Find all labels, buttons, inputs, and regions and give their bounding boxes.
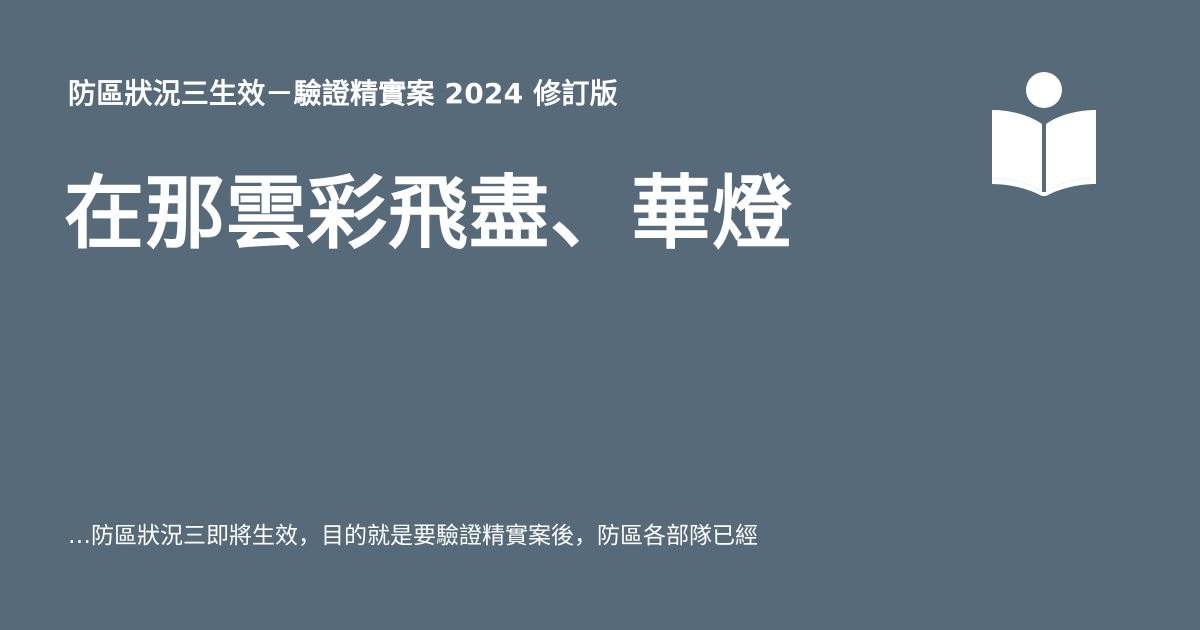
share-card: 防區狀況三生效－驗證精實案 2024 修訂版 在那雲彩飛盡、華燈 …防區狀況三即… [0, 0, 1200, 630]
page-title: 在那雲彩飛盡、華燈 [64, 167, 793, 260]
article-excerpt: …防區狀況三即將生效，目的就是要驗證精實案後，防區各部隊已經 [68, 523, 758, 549]
page-subtitle: 防區狀況三生效－驗證精實案 2024 修訂版 [68, 77, 618, 110]
reading-book-icon [988, 70, 1100, 198]
